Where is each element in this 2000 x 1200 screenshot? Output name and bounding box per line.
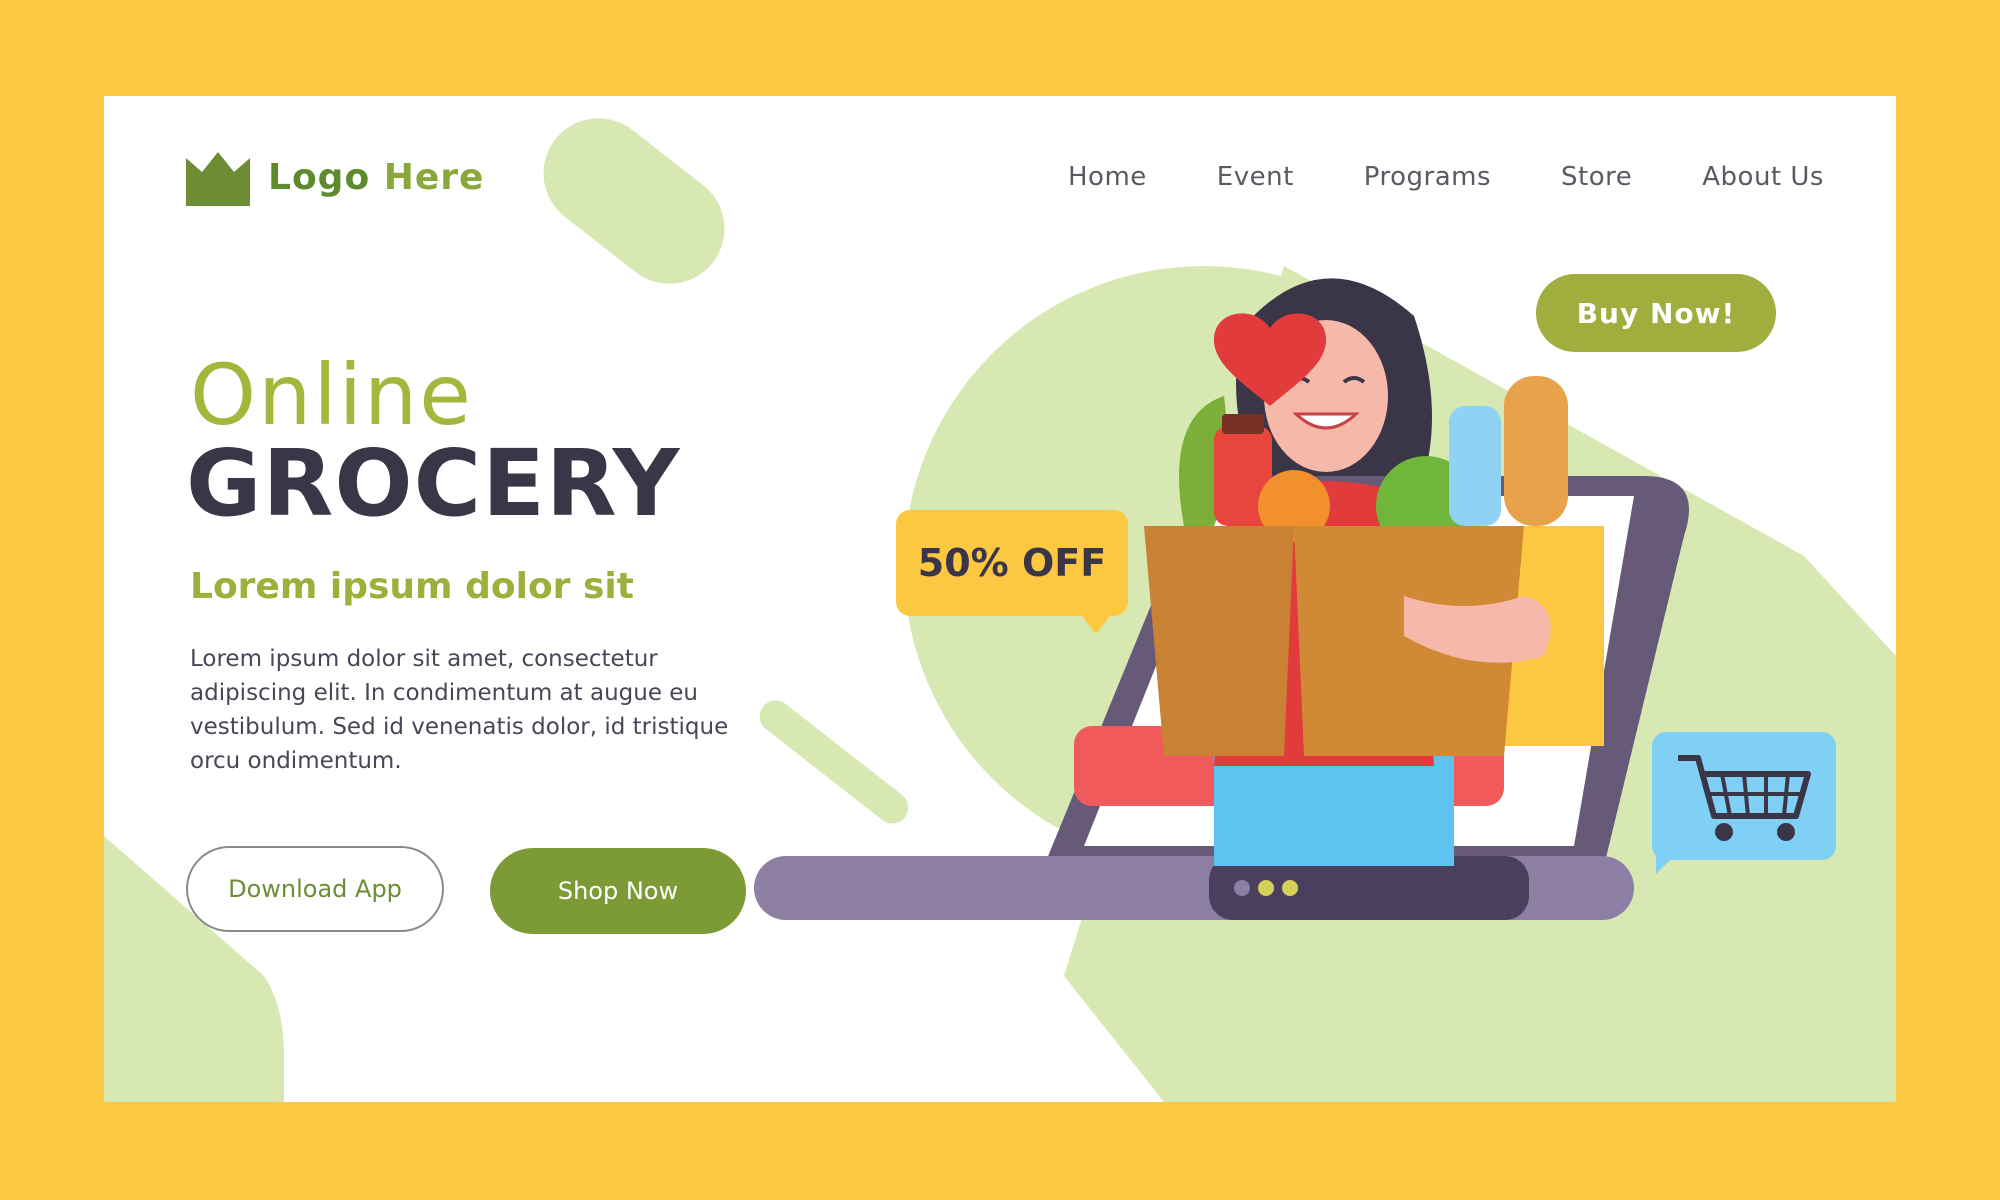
nav-item-about-us[interactable]: About Us (1702, 162, 1824, 192)
hero-body-text: Lorem ipsum dolor sit amet, consectetur … (190, 646, 729, 774)
laptop-dot (1234, 880, 1250, 896)
cart-bubble-tail (1656, 850, 1680, 874)
logo-text: Logo Here (268, 157, 484, 198)
logo-word-here: Here (383, 156, 485, 198)
laptop-dot (1258, 880, 1274, 896)
decor-stick (759, 700, 909, 824)
decor-pill (543, 118, 725, 284)
shopping-cart-icon (1678, 755, 1811, 841)
hero-title-grocery: GROCERY (186, 430, 681, 537)
nav-item-event[interactable]: Event (1217, 162, 1294, 192)
cart-bubble[interactable] (1652, 732, 1836, 860)
hero-subtitle: Lorem ipsum dolor sit (190, 566, 634, 607)
crown-icon (186, 152, 250, 206)
offer-badge: 50% OFF (896, 510, 1128, 616)
top-nav: Home Event Programs Store About Us (1068, 162, 1824, 192)
offer-badge-tail (1076, 608, 1116, 634)
logo-word-logo: Logo (268, 156, 371, 198)
grocery-bag-left (1144, 526, 1294, 756)
bread (1504, 376, 1568, 526)
download-app-button[interactable]: Download App (186, 846, 444, 932)
buy-now-button[interactable]: Buy Now! (1536, 274, 1776, 352)
nav-item-home[interactable]: Home (1068, 162, 1147, 192)
landing-page: Logo Here Home Event Programs Store Abou… (104, 96, 1896, 1102)
shop-now-button[interactable]: Shop Now (490, 848, 746, 934)
logo[interactable]: Logo Here (186, 148, 484, 206)
jar-lid (1222, 414, 1264, 434)
nav-item-programs[interactable]: Programs (1364, 162, 1491, 192)
nav-item-store[interactable]: Store (1561, 162, 1632, 192)
laptop-dot (1282, 880, 1298, 896)
milk-bottle (1449, 406, 1501, 526)
